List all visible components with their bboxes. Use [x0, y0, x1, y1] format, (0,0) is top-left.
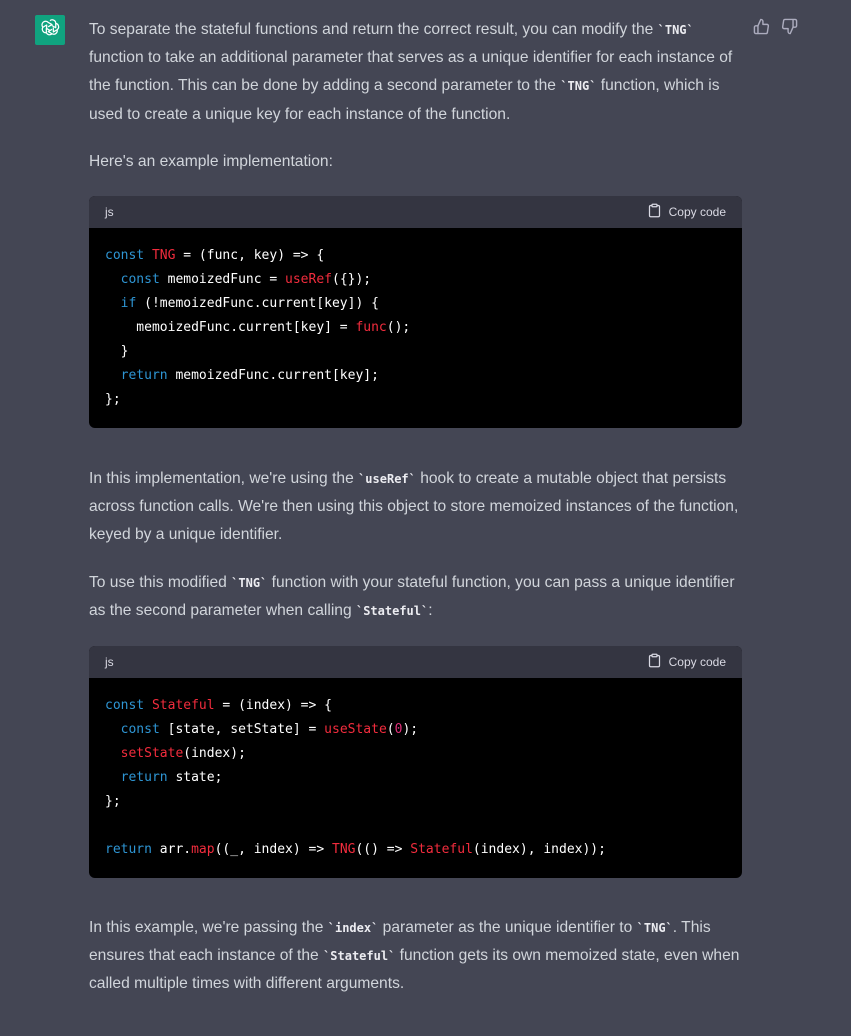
code-token: (index), index)); [472, 842, 606, 857]
message-content-end: In this example, we're passing the `inde… [89, 914, 742, 999]
copy-code-label: Copy code [668, 655, 726, 669]
code-token: ); [402, 722, 419, 737]
inline-code: `TNG` [231, 575, 268, 590]
paragraph-conclusion: In this example, we're passing the `inde… [89, 919, 740, 993]
feedback-buttons [753, 18, 799, 36]
code-token: if [120, 296, 137, 311]
code-token: memoizedFunc = [167, 272, 286, 287]
code-line: return state; [105, 766, 726, 790]
copy-code-button[interactable]: Copy code [647, 203, 726, 221]
code-line: if (!memoizedFunc.current[key]) { [105, 292, 726, 316]
code-token: } [105, 344, 129, 359]
clipboard-icon [647, 203, 662, 221]
inline-code: `useRef` [358, 472, 416, 486]
clipboard-icon [647, 653, 662, 671]
code-token: ((_, index) => [214, 842, 332, 857]
code-language-label: js [105, 205, 114, 219]
code-token: [state, setState] = [167, 722, 325, 737]
inline-code: `TNG` [560, 79, 597, 94]
code-token: const [120, 722, 168, 737]
code-token: (() => [355, 842, 411, 857]
message-content: To separate the stateful functions and r… [89, 16, 742, 176]
code-language-label: js [105, 655, 114, 669]
code-token: map [191, 842, 215, 857]
code-line: } [105, 340, 726, 364]
code-token: Stateful [151, 698, 215, 713]
code-token: memoizedFunc.current[key]; [167, 368, 379, 383]
code-line: const memoizedFunc = useRef({}); [105, 268, 726, 292]
code-token: ({}); [332, 272, 372, 287]
code-token: const [105, 248, 152, 263]
code-token: }; [105, 392, 121, 407]
code-token: Stateful [410, 842, 473, 857]
paragraph-intro: To separate the stateful functions and r… [89, 21, 733, 123]
code-token: useState [324, 722, 387, 737]
inline-code: `Stateful` [323, 949, 396, 964]
code-token: return [105, 842, 152, 857]
inline-code: `TNG` [636, 921, 673, 935]
code-token: return [120, 770, 168, 785]
code-token: arr. [151, 842, 192, 857]
code-token: = (index) => { [214, 698, 332, 713]
code-token: = (func, key) => { [175, 248, 325, 263]
code-line: return arr.map((_, index) => TNG(() => S… [105, 838, 726, 862]
code-line: }; [105, 790, 726, 814]
copy-code-button[interactable]: Copy code [647, 653, 726, 671]
code-block-2: js Copy code const Stateful = (index) =>… [89, 646, 742, 878]
code-line: return memoizedFunc.current[key]; [105, 364, 726, 388]
code-token: (); [386, 320, 411, 335]
code-token: (index); [183, 746, 246, 761]
paragraph-usage: To use this modified `TNG` function with… [89, 573, 735, 619]
message-content-middle: In this implementation, we're using the … [89, 465, 742, 625]
code-content: const TNG = (func, key) => { const memoi… [89, 228, 742, 412]
code-token: TNG [151, 248, 176, 263]
code-block-header: js Copy code [89, 196, 742, 228]
code-token: useRef [285, 272, 332, 287]
copy-code-label: Copy code [668, 205, 726, 219]
paragraph-example-intro: Here's an example implementation: [89, 152, 333, 170]
paragraph-explanation: In this implementation, we're using the … [89, 470, 739, 544]
thumbs-up-icon[interactable] [753, 18, 771, 36]
assistant-avatar [35, 15, 65, 45]
inline-code: `index` [327, 921, 379, 935]
code-token: (!memoizedFunc.current[key]) { [136, 296, 379, 311]
code-token: ( [386, 722, 395, 737]
code-token: memoizedFunc.current[key] = [105, 320, 356, 335]
code-line: }; [105, 388, 726, 412]
code-token: return [120, 368, 168, 383]
openai-logo-icon [40, 18, 60, 43]
code-token: const [105, 698, 152, 713]
inline-code: `Stateful` [355, 603, 429, 618]
code-content: const Stateful = (index) => { const [sta… [89, 678, 742, 862]
code-block-1: js Copy code const TNG = (func, key) => … [89, 196, 742, 428]
code-token: TNG [332, 842, 356, 857]
code-line: const TNG = (func, key) => { [105, 244, 726, 268]
code-token: const [120, 272, 168, 287]
code-token: }; [105, 794, 121, 809]
code-line: const Stateful = (index) => { [105, 694, 726, 718]
code-block-header: js Copy code [89, 646, 742, 678]
inline-code: `TNG` [657, 23, 694, 37]
code-token: func [355, 320, 387, 335]
code-token: setState [120, 746, 184, 761]
code-line: const [state, setState] = useState(0); [105, 718, 726, 742]
thumbs-down-icon[interactable] [781, 18, 799, 36]
code-line: setState(index); [105, 742, 726, 766]
code-line: memoizedFunc.current[key] = func(); [105, 316, 726, 340]
code-token: state; [167, 770, 223, 785]
